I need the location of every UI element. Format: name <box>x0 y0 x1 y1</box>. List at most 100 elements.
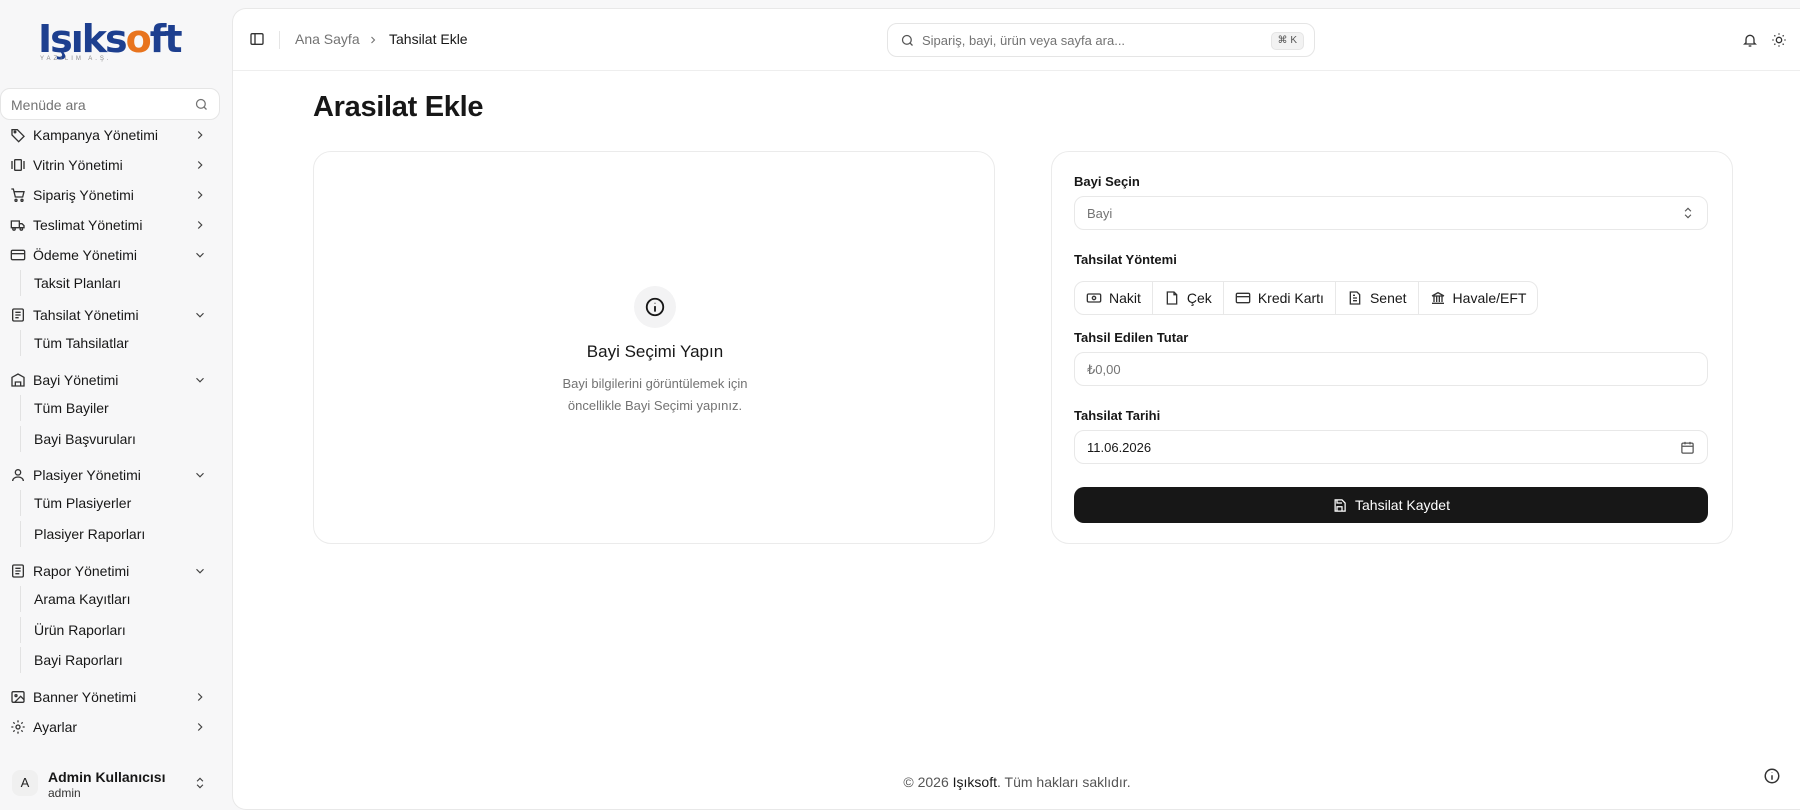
dealer-select-placeholder: Bayi <box>1087 206 1113 221</box>
chevron-up-down-icon <box>1681 206 1695 220</box>
divider <box>279 31 280 49</box>
sidebar-subitem-tum-tahsilatlar[interactable]: Tüm Tahsilatlar <box>20 330 210 356</box>
sidebar-subitem-bayi-basvurulari[interactable]: Bayi Başvuruları <box>20 426 210 452</box>
footer-brand[interactable]: Işıksoft <box>953 774 997 790</box>
bell-icon[interactable] <box>1742 32 1758 48</box>
company-logo[interactable]: Işıksoft YAZILIM A.Ş. <box>38 16 184 72</box>
method-credit-card-button[interactable]: Kredi Kartı <box>1224 282 1336 314</box>
sidebar-item-odeme[interactable]: Ödeme Yönetimi <box>0 240 222 270</box>
document-icon <box>1166 291 1178 305</box>
sidebar-subitem-tum-plasiyerler[interactable]: Tüm Plasiyerler <box>20 490 210 516</box>
date-input[interactable]: 11.06.2026 <box>1074 430 1708 464</box>
breadcrumb-current: Tahsilat Ekle <box>389 31 468 47</box>
save-button-label: Tahsilat Kaydet <box>1355 497 1450 513</box>
sidebar-toggle-icon[interactable] <box>249 31 265 47</box>
method-cash-button[interactable]: Nakit <box>1075 282 1153 314</box>
user-name: Admin Kullanıcısı <box>48 769 166 785</box>
sidebar-subitem-bayi-raporlari[interactable]: Bayi Raporları <box>20 647 210 673</box>
chevron-right-icon <box>193 690 207 704</box>
sidebar-item-tahsilat[interactable]: Tahsilat Yönetimi <box>0 300 222 330</box>
method-label: Havale/EFT <box>1452 290 1527 306</box>
chevron-down-icon <box>193 248 207 262</box>
method-label: Çek <box>1186 290 1212 306</box>
chevron-right-icon <box>193 720 207 734</box>
method-label: Tahsilat Yöntemi <box>1074 252 1177 267</box>
sidebar-item-ayarlar[interactable]: Ayarlar <box>0 712 222 742</box>
sun-icon[interactable] <box>1771 32 1787 48</box>
sidebar-item-label: Tahsilat Yönetimi <box>33 307 139 323</box>
amount-placeholder: ₺0,00 <box>1087 362 1121 377</box>
sidebar-subitem-label: Ürün Raporları <box>34 622 126 638</box>
sidebar-subitem-taksit-planlari[interactable]: Taksit Planları <box>20 270 210 296</box>
cart-icon <box>10 187 26 203</box>
collection-form-card: Bayi Seçin Bayi Tahsilat Yöntemi Nakit Ç… <box>1051 151 1733 544</box>
gallery-icon <box>10 157 26 173</box>
sidebar-subitem-tum-bayiler[interactable]: Tüm Bayiler <box>20 395 210 421</box>
sidebar-item-label: Vitrin Yönetimi <box>33 157 123 173</box>
sidebar-item-teslimat[interactable]: Teslimat Yönetimi <box>0 210 222 240</box>
method-promissory-note-button[interactable]: Senet <box>1336 282 1419 314</box>
page-title: Arasilat Ekle <box>313 91 484 123</box>
sidebar-item-label: Banner Yönetimi <box>33 689 137 705</box>
sidebar-item-banner[interactable]: Banner Yönetimi <box>0 682 222 712</box>
sidebar-item-vitrin[interactable]: Vitrin Yönetimi <box>0 150 222 180</box>
chevron-down-icon <box>193 564 207 578</box>
banknote-icon <box>1086 293 1102 303</box>
save-icon <box>1334 498 1346 512</box>
sidebar-item-label: Rapor Yönetimi <box>33 563 130 579</box>
sidebar-subitem-label: Tüm Bayiler <box>34 400 109 416</box>
info-icon <box>645 297 665 317</box>
sidebar-item-label: Ödeme Yönetimi <box>33 247 138 263</box>
method-label: Senet <box>1369 290 1407 306</box>
truck-icon <box>10 217 26 233</box>
dealer-info-card: Bayi Seçimi Yapın Bayi bilgilerini görün… <box>313 151 995 544</box>
avatar: A <box>12 770 38 796</box>
method-check-button[interactable]: Çek <box>1153 282 1224 314</box>
search-shortcut-badge: ⌘ K <box>1270 32 1304 50</box>
chevron-right-icon <box>193 158 207 172</box>
chevron-right-icon <box>193 218 207 232</box>
dealer-select[interactable]: Bayi <box>1074 196 1708 230</box>
chevron-right-icon <box>193 188 207 202</box>
chevron-down-icon <box>193 373 207 387</box>
breadcrumb-home[interactable]: Ana Sayfa <box>295 31 360 47</box>
sidebar-item-bayi[interactable]: Bayi Yönetimi <box>0 365 222 395</box>
sidebar-subitem-arama-kayitlari[interactable]: Arama Kayıtları <box>20 586 210 612</box>
sidebar-item-label: Ayarlar <box>33 719 78 735</box>
top-bar: Ana Sayfa Tahsilat Ekle Sipariş, bayi, ü… <box>233 9 1800 71</box>
user-menu[interactable]: A Admin Kullanıcısı admin <box>0 762 222 806</box>
tag-icon <box>10 127 26 143</box>
sidebar-subitem-label: Bayi Raporları <box>34 652 123 668</box>
chevron-down-icon <box>193 308 207 322</box>
sidebar-item-label: Plasiyer Yönetimi <box>33 467 141 483</box>
sidebar-item-label: Bayi Yönetimi <box>33 372 119 388</box>
info-icon-wrapper <box>634 286 676 328</box>
image-icon <box>10 689 26 705</box>
amount-input[interactable]: ₺0,00 <box>1074 352 1708 386</box>
sidebar-subitem-label: Tüm Tahsilatlar <box>34 335 129 351</box>
sidebar-item-kampanya[interactable]: Kampanya Yönetimi <box>0 120 222 150</box>
sidebar-subitem-label: Tüm Plasiyerler <box>34 495 132 511</box>
user-role: admin <box>48 786 81 800</box>
empty-state-description: Bayi bilgilerini görüntülemek için öncel… <box>562 376 748 413</box>
main-panel: Ana Sayfa Tahsilat Ekle Sipariş, bayi, ü… <box>232 8 1800 810</box>
receipt-icon <box>10 307 26 323</box>
sidebar-item-siparis[interactable]: Sipariş Yönetimi <box>0 180 222 210</box>
sidebar-item-label: Sipariş Yönetimi <box>33 187 134 203</box>
method-bank-transfer-button[interactable]: Havale/EFT <box>1419 282 1538 314</box>
method-label: Nakit <box>1109 290 1141 306</box>
sidebar-subitem-label: Arama Kayıtları <box>34 591 131 607</box>
sidebar-subitem-plasiyer-raporlari[interactable]: Plasiyer Raporları <box>20 521 210 547</box>
calendar-icon[interactable] <box>1680 440 1695 455</box>
global-search-input[interactable]: Sipariş, bayi, ürün veya sayfa ara... ⌘ … <box>887 23 1315 57</box>
sidebar-item-rapor[interactable]: Rapor Yönetimi <box>0 556 222 586</box>
amount-label: Tahsil Edilen Tutar <box>1074 330 1189 345</box>
sidebar-item-plasiyer[interactable]: Plasiyer Yönetimi <box>0 460 222 490</box>
sidebar-subitem-urun-raporlari[interactable]: Ürün Raporları <box>20 617 210 643</box>
help-icon[interactable] <box>1763 767 1787 791</box>
menu-search-input[interactable]: Menüde ara <box>0 88 220 120</box>
save-collection-button[interactable]: Tahsilat Kaydet <box>1074 487 1708 523</box>
sidebar-subitem-label: Bayi Başvuruları <box>34 431 136 447</box>
empty-state-title: Bayi Seçimi Yapın <box>586 342 724 361</box>
credit-card-icon <box>1235 292 1251 304</box>
